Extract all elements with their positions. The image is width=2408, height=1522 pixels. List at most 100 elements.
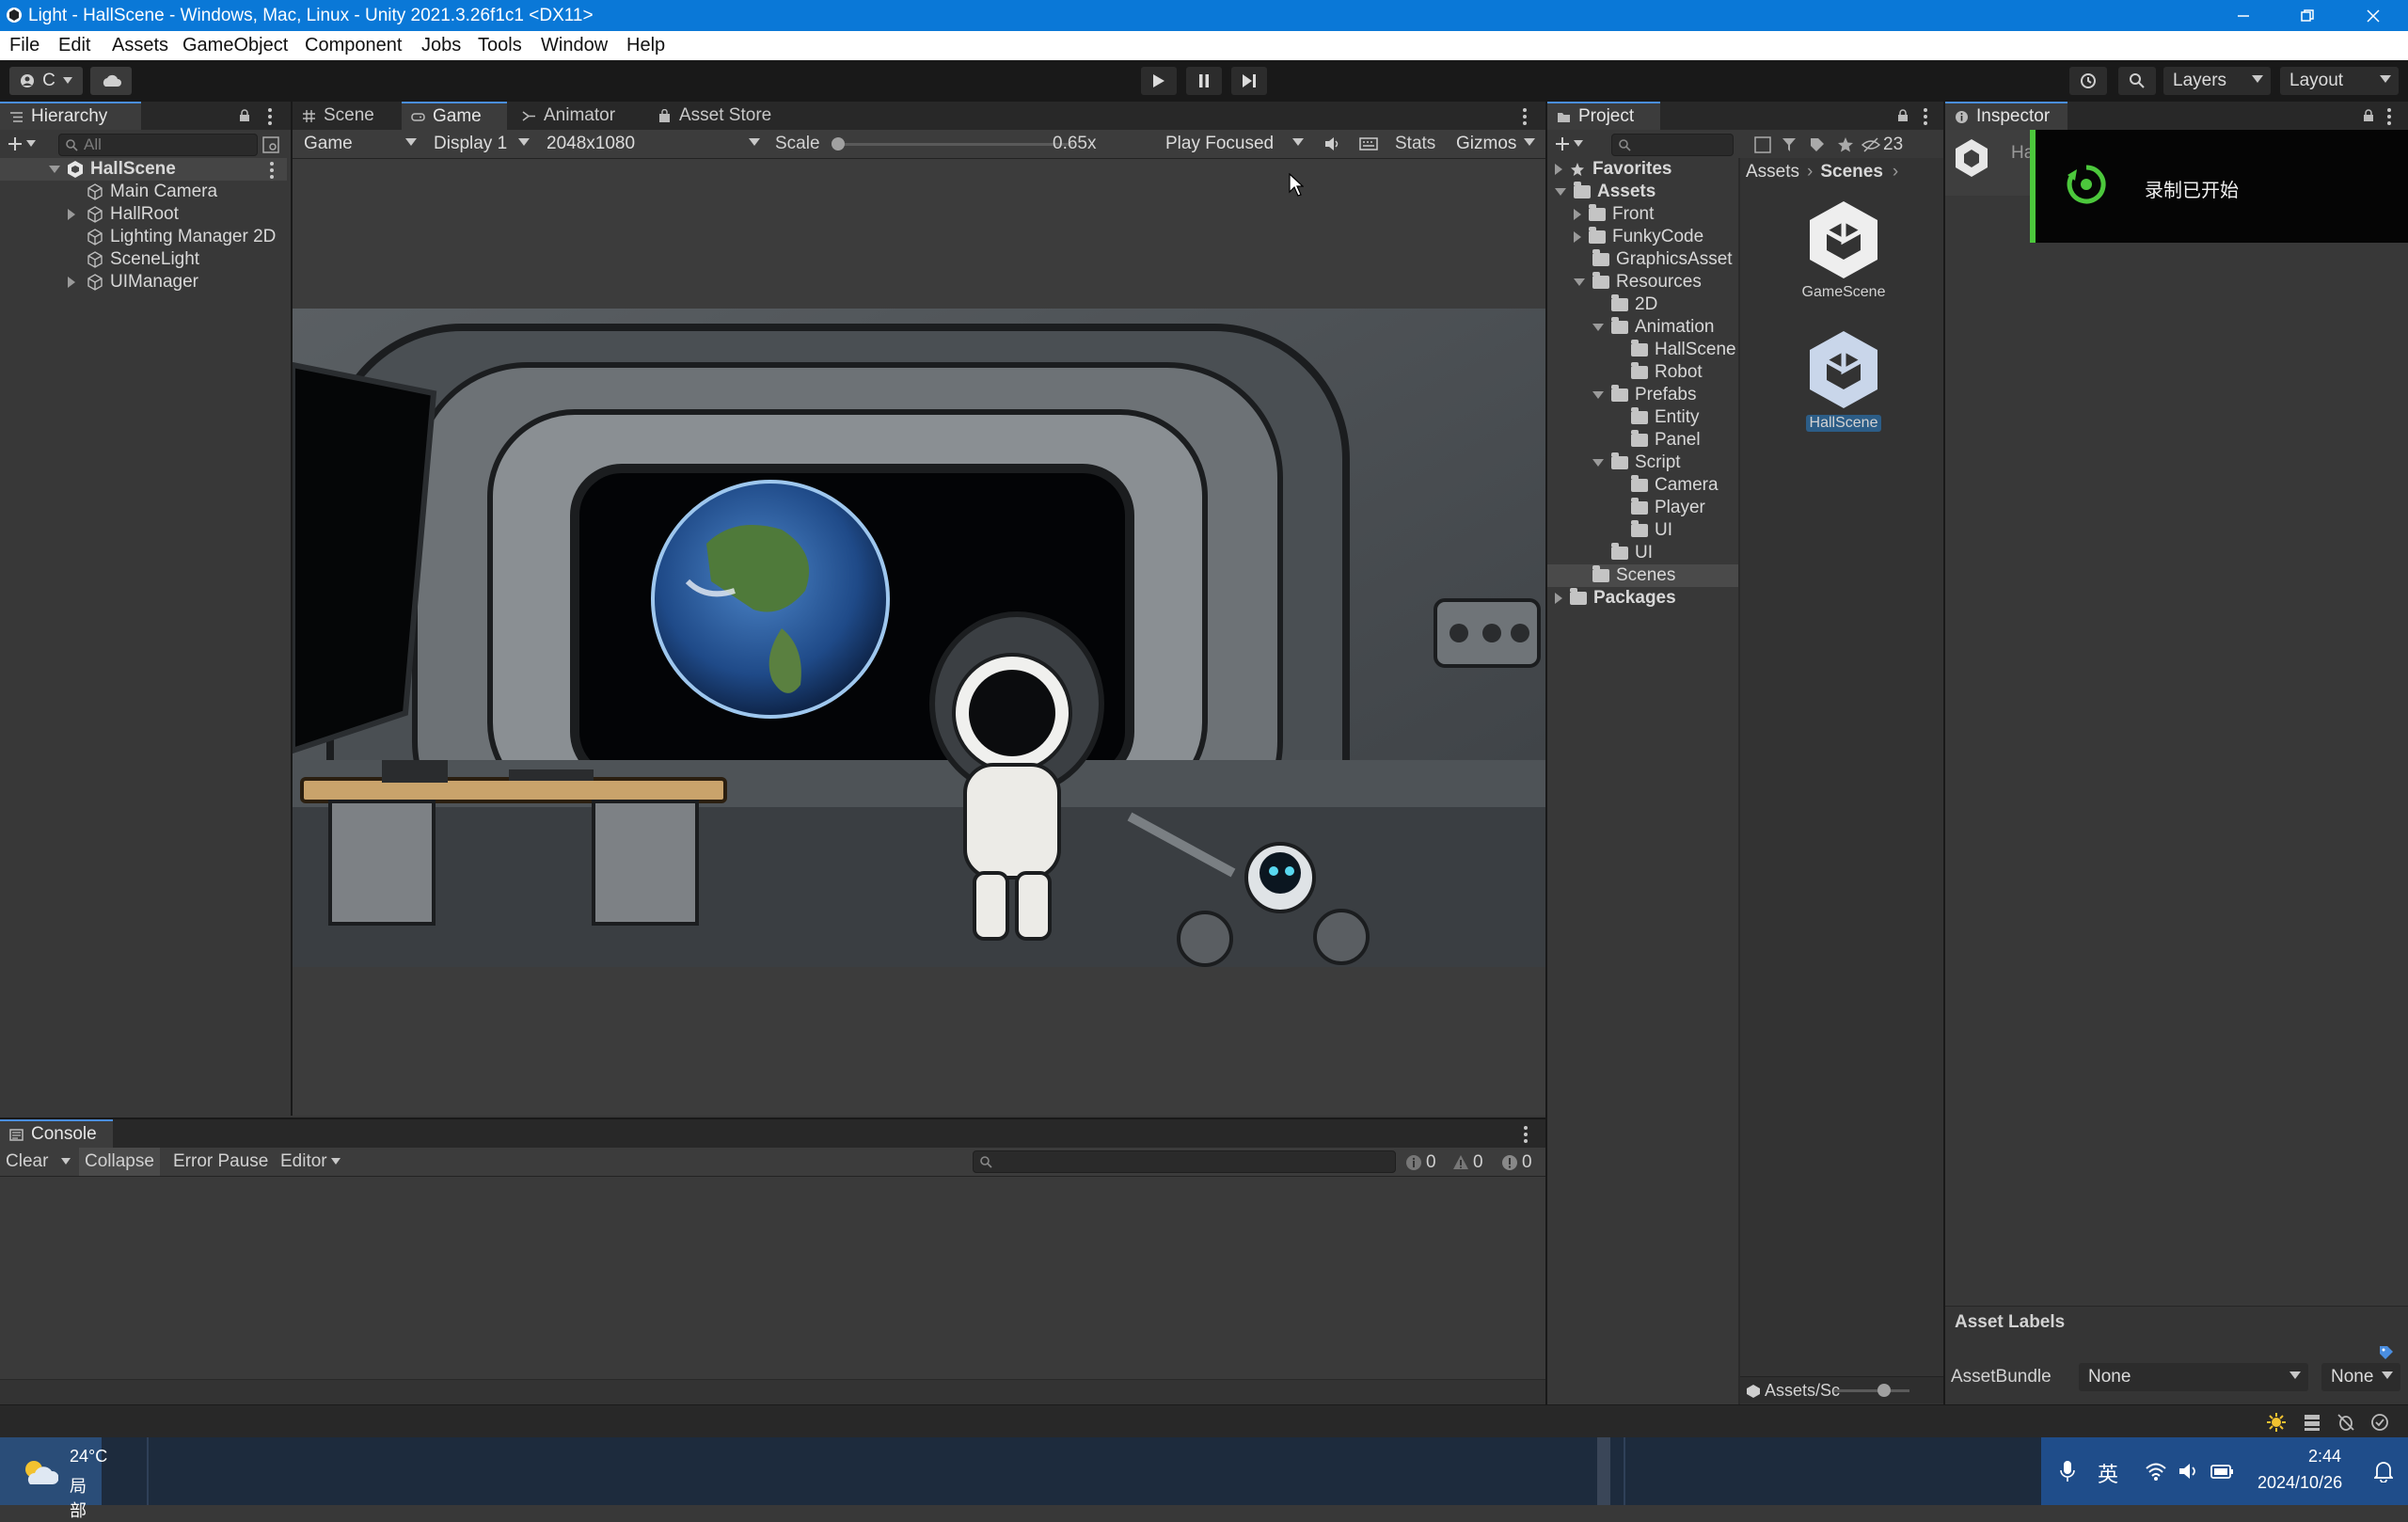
scale-slider-thumb[interactable] (832, 137, 845, 151)
close-window-button[interactable] (2340, 0, 2406, 31)
tree-assets[interactable]: Assets (1555, 181, 1656, 203)
expand-icon[interactable] (49, 166, 60, 173)
console-log-area[interactable] (0, 1177, 1545, 1379)
search-button[interactable] (2118, 67, 2156, 95)
more-options-icon[interactable] (1924, 108, 1927, 128)
filter-by-label-icon[interactable] (1809, 136, 1826, 153)
menu-edit[interactable]: Edit (58, 35, 90, 56)
game-render-viewport[interactable] (293, 309, 1545, 967)
tree-entity[interactable]: Entity (1631, 406, 1700, 429)
icon-size-slider-thumb[interactable] (1877, 1384, 1891, 1397)
favorites-row[interactable]: Favorites (1555, 158, 1671, 181)
hierarchy-item-uimanager[interactable]: UIManager (68, 271, 198, 293)
more-options-icon[interactable] (1523, 108, 1527, 128)
scene-menu-icon[interactable] (270, 162, 274, 182)
error-count-toggle[interactable]: 0 (1501, 1152, 1532, 1173)
tree-prefabs[interactable]: Prefabs (1592, 384, 1696, 406)
pause-button[interactable] (1186, 67, 1222, 95)
layers-dropdown[interactable]: Layers (2163, 67, 2271, 95)
tree-camera[interactable]: Camera (1631, 474, 1719, 497)
hierarchy-search-input[interactable]: All (58, 134, 258, 156)
volume-icon[interactable] (2178, 1462, 2199, 1481)
more-options-icon[interactable] (2387, 108, 2391, 128)
lock-icon[interactable] (1897, 109, 1909, 122)
debug-mode-icon[interactable] (2337, 1413, 2355, 1432)
search-by-type-icon[interactable] (1754, 136, 1771, 153)
lock-icon[interactable] (239, 109, 250, 122)
project-create-dropdown[interactable] (1555, 136, 1583, 151)
tree-player[interactable]: Player (1631, 497, 1705, 519)
favorite-star-icon[interactable] (1837, 136, 1854, 153)
keyboard-shortcuts-icon[interactable] (1359, 136, 1378, 151)
tree-panel[interactable]: Panel (1631, 429, 1701, 452)
hierarchy-item-main-camera[interactable]: Main Camera (87, 181, 217, 203)
asset-gamescene[interactable]: GameScene (1797, 198, 1891, 301)
clear-button[interactable]: Clear (0, 1148, 76, 1176)
step-button[interactable] (1231, 67, 1267, 95)
more-options-icon[interactable] (1524, 1126, 1528, 1146)
editor-dropdown[interactable]: Editor (275, 1148, 346, 1176)
info-count-toggle[interactable]: 0 (1405, 1152, 1436, 1173)
tree-packages[interactable]: Packages (1555, 587, 1676, 610)
hierarchy-item-lighting-manager[interactable]: Lighting Manager 2D (87, 226, 276, 248)
console-search-input[interactable] (973, 1150, 1396, 1173)
project-search-input[interactable] (1611, 134, 1734, 156)
account-dropdown[interactable]: C (9, 67, 83, 95)
cloud-button[interactable] (90, 67, 132, 95)
progress-check-icon[interactable] (2370, 1413, 2389, 1432)
asset-hallscene[interactable]: HallScene (1797, 327, 1891, 433)
scene-row[interactable]: HallScene (0, 158, 287, 181)
battery-icon[interactable] (2210, 1462, 2235, 1481)
tree-scenes[interactable]: Scenes (1547, 564, 1738, 587)
menu-help[interactable]: Help (626, 35, 665, 56)
menu-tools[interactable]: Tools (478, 35, 522, 56)
hidden-packages-toggle[interactable]: 23 (1861, 135, 1903, 155)
tab-scene[interactable]: Scene (293, 102, 398, 130)
tab-hierarchy[interactable]: Hierarchy (0, 102, 141, 130)
minimize-button[interactable] (2210, 0, 2276, 31)
tree-graphicsasset[interactable]: GraphicsAsset (1592, 248, 1733, 271)
tree-animation[interactable]: Animation (1592, 316, 1715, 339)
layout-dropdown[interactable]: Layout (2280, 67, 2399, 95)
expand-icon[interactable] (68, 209, 75, 220)
auto-generate-lighting-icon[interactable] (2267, 1413, 2286, 1432)
restore-button[interactable] (2274, 0, 2340, 31)
assetbundle-dropdown[interactable]: None (2079, 1363, 2308, 1391)
undo-history-button[interactable] (2069, 67, 2107, 95)
tree-front[interactable]: Front (1574, 203, 1654, 226)
weather-widget[interactable]: 24°C 局部 (0, 1437, 107, 1521)
clock-date[interactable]: 2024/10/26 (2258, 1473, 2342, 1493)
breadcrumb-scenes[interactable]: Scenes (1820, 162, 1883, 182)
play-button[interactable] (1141, 67, 1177, 95)
tree-funkycode[interactable]: FunkyCode (1574, 226, 1703, 248)
hierarchy-item-scenelight[interactable]: SceneLight (87, 248, 199, 271)
ime-indicator[interactable]: 英 (2098, 1458, 2118, 1488)
tree-script-ui[interactable]: UI (1631, 519, 1672, 542)
menu-jobs[interactable]: Jobs (421, 35, 461, 56)
tab-animator[interactable]: Animator (513, 102, 644, 130)
tree-resources[interactable]: Resources (1574, 271, 1702, 293)
warning-count-toggle[interactable]: 0 (1452, 1152, 1483, 1173)
tree-anim-hallscene[interactable]: HallScene (1631, 339, 1738, 361)
tree-2d[interactable]: 2D (1611, 293, 1657, 316)
menu-component[interactable]: Component (305, 35, 402, 56)
expand-icon[interactable] (68, 277, 75, 288)
breadcrumb-assets[interactable]: Assets (1746, 162, 1799, 182)
tab-project[interactable]: Project (1547, 102, 1660, 130)
tab-console[interactable]: Console (0, 1119, 113, 1148)
collapse-toggle[interactable]: Collapse (79, 1148, 160, 1176)
play-focused-dropdown[interactable]: Play Focused (1156, 130, 1311, 158)
lock-icon[interactable] (2363, 109, 2374, 122)
assetbundle-variant-dropdown[interactable]: None (2321, 1363, 2400, 1391)
mute-audio-icon[interactable] (1324, 136, 1341, 151)
label-tag-icon[interactable] (2378, 1344, 2395, 1361)
resolution-dropdown[interactable]: 2048x1080 (537, 130, 768, 158)
scale-slider-track[interactable] (838, 143, 1073, 146)
create-dropdown[interactable] (8, 136, 36, 151)
menu-window[interactable]: Window (541, 35, 608, 56)
menu-gameobject[interactable]: GameObject (182, 35, 288, 56)
tab-inspector[interactable]: Inspector (1945, 102, 2067, 130)
filter-by-type-icon[interactable] (1781, 136, 1798, 153)
cache-server-icon[interactable] (2303, 1413, 2321, 1432)
microphone-icon[interactable] (2060, 1460, 2075, 1482)
